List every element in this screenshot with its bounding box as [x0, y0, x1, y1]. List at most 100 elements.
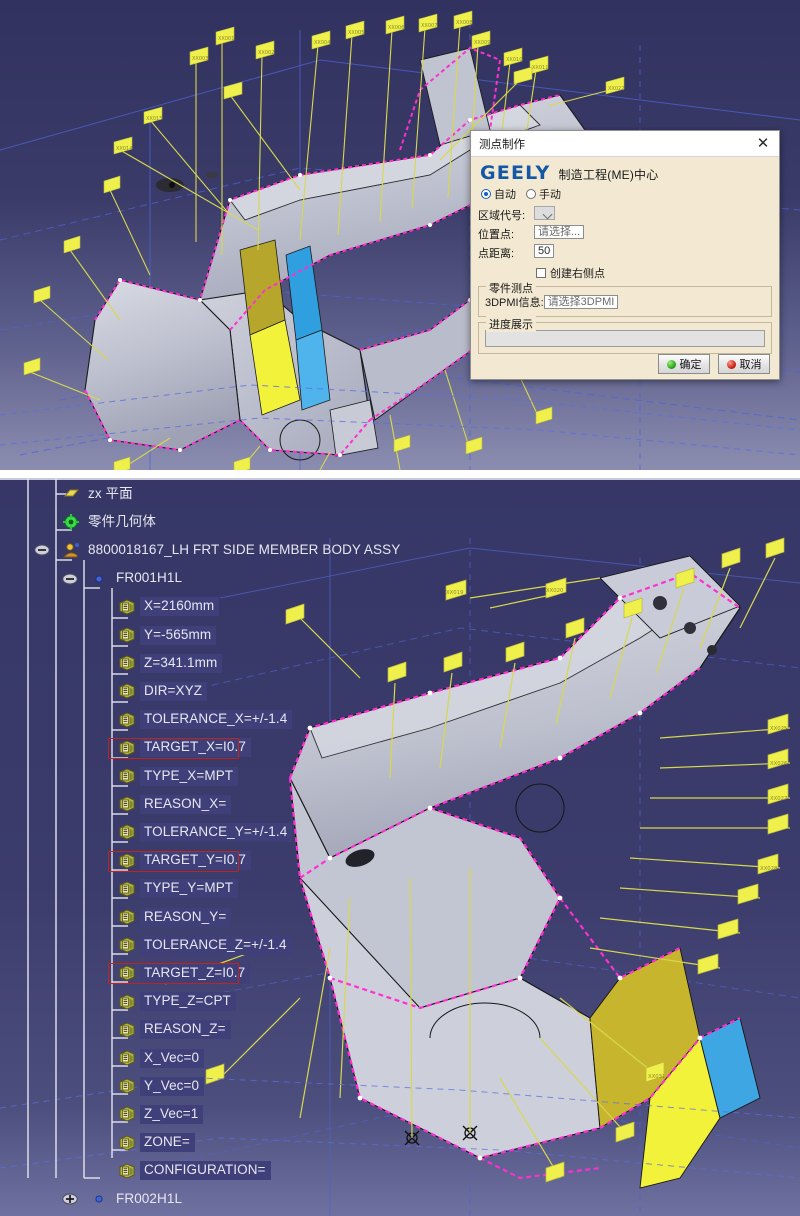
dpmi-input[interactable]: 请选择3DPMI: [543, 294, 619, 309]
tree-item-label: TARGET_Z=I0.7: [140, 963, 251, 983]
tree-item[interactable]: TOLERANCE_Y=+/-1.4: [118, 821, 293, 843]
create-right-point-checkbox[interactable]: [536, 268, 546, 278]
tree-item-label: TARGET_Y=I0.7: [140, 851, 251, 871]
close-icon[interactable]: ✕: [753, 134, 773, 154]
tree-item-label: REASON_Z=: [140, 1020, 231, 1040]
tree-item[interactable]: TOLERANCE_Z=+/-1.4: [118, 934, 292, 956]
top-viewport-panel[interactable]: XX001 XX002 XX003 XX004 XX005 XX006 XX007 XX0…: [0, 0, 800, 470]
svg-text:XX028: XX028: [760, 866, 778, 872]
measuring-point-dialog[interactable]: 测点制作 ✕ GEELY 制造工程(ME)中心 自动 手动 区域代号: 位置点:…: [470, 130, 780, 380]
svg-text:XX006: XX006: [388, 25, 404, 31]
param-icon: [118, 824, 136, 840]
tree-item-label: REASON_X=: [140, 794, 232, 814]
dpmi-label: 3DPMI信息:: [485, 297, 544, 309]
tree-item-label: Z=341.1mm: [140, 653, 223, 673]
tree-item[interactable]: X=2160mm: [118, 596, 220, 618]
svg-text:XX008: XX008: [456, 20, 472, 26]
mode-radio-group[interactable]: 自动 手动: [481, 186, 772, 202]
dpmi-control[interactable]: 请选择3DPMI: [543, 294, 765, 310]
tree-item[interactable]: X_Vec=0: [118, 1047, 205, 1069]
radio-auto[interactable]: 自动: [481, 186, 516, 202]
tree-item[interactable]: CONFIGURATION=: [118, 1160, 271, 1182]
ok-button[interactable]: 确定: [658, 354, 710, 374]
dpmi-row: 3DPMI信息: 请选择3DPMI: [485, 294, 765, 310]
tree-item[interactable]: Y_Vec=0: [118, 1075, 205, 1097]
tree-item-label: FR002H1L: [116, 1190, 183, 1206]
position-point-control[interactable]: 请选择...: [534, 225, 772, 242]
cancel-button[interactable]: 取消: [718, 354, 770, 374]
tree-item[interactable]: TARGET_X=I0.7: [118, 737, 251, 759]
point-distance-control[interactable]: 50: [534, 244, 772, 261]
panel-splitter[interactable]: [0, 470, 800, 478]
tree-item[interactable]: DIR=XYZ: [118, 680, 208, 702]
dialog-title-bar: 测点制作 ✕: [471, 131, 779, 157]
param-icon: [118, 881, 136, 897]
tree-item[interactable]: REASON_Z=: [118, 1019, 231, 1041]
tree-item-label: FR001H1L: [116, 570, 183, 586]
tree-item-label: 8800018167_LH FRT SIDE MEMBER BODY ASSY: [88, 541, 401, 557]
progress-group-title: 进度展示: [486, 316, 536, 332]
gear-icon: [62, 514, 80, 531]
point-distance-input[interactable]: 50: [534, 244, 555, 258]
tree-item-label: ZONE=: [140, 1133, 195, 1153]
tree-item-label: TOLERANCE_Z=+/-1.4: [140, 935, 292, 955]
tree-item[interactable]: Z=341.1mm: [118, 652, 223, 674]
tree-item[interactable]: TARGET_Y=I0.7: [118, 850, 251, 872]
point-distance-label: 点距离:: [478, 247, 515, 260]
svg-text:XX003: XX003: [192, 56, 208, 62]
tree-item[interactable]: 8800018167_LH FRT SIDE MEMBER BODY ASSY: [62, 539, 405, 561]
param-icon: [118, 599, 136, 615]
tree-item[interactable]: TOLERANCE_X=+/-1.4: [118, 709, 293, 731]
tree-expander-expanded[interactable]: [62, 571, 78, 587]
param-icon: [118, 627, 136, 643]
tree-item[interactable]: ZONE=: [118, 1132, 195, 1154]
tree-item[interactable]: TARGET_Z=I0.7: [118, 962, 251, 984]
svg-text:XX001: XX001: [218, 36, 234, 42]
radio-auto-label: 自动: [494, 189, 516, 201]
zone-code-row: 区域代号:: [478, 206, 772, 223]
ok-status-icon: [666, 359, 676, 369]
position-point-input[interactable]: 请选择...: [534, 225, 585, 239]
create-right-point-checkbox-row[interactable]: 创建右侧点: [536, 265, 772, 281]
specification-tree[interactable]: zx 平面零件几何体 8800018167_LH FRT SIDE MEMBER …: [0, 478, 400, 1216]
param-icon: [118, 1163, 136, 1179]
radio-manual-label: 手动: [539, 189, 561, 201]
cancel-status-icon: [726, 359, 736, 369]
param-icon: [118, 965, 136, 981]
dialog-footer: 确定 取消: [471, 349, 779, 379]
tree-item[interactable]: FR002H1L: [90, 1188, 187, 1210]
svg-text:XX027: XX027: [770, 796, 787, 802]
tree-item-label: Y=-565mm: [140, 625, 217, 645]
tree-item[interactable]: REASON_Y=: [118, 906, 232, 928]
param-icon: [118, 1078, 136, 1094]
svg-text:XX015: XX015: [146, 116, 162, 122]
plane-icon: [62, 486, 80, 502]
tree-item-label: Y_Vec=0: [140, 1076, 205, 1096]
tree-item[interactable]: FR001H1L: [90, 568, 187, 590]
tree-item-label: 零件几何体: [88, 513, 156, 529]
tree-item[interactable]: 零件几何体: [62, 511, 161, 533]
param-icon: [118, 909, 136, 925]
tree-item[interactable]: TYPE_Y=MPT: [118, 878, 239, 900]
tree-item[interactable]: REASON_X=: [118, 793, 232, 815]
tree-expander-expanded[interactable]: [34, 542, 50, 558]
cancel-button-label: 取消: [739, 359, 762, 371]
tree-item[interactable]: TYPE_Z=CPT: [118, 991, 236, 1013]
bottom-viewport-panel[interactable]: XX019 XX020 XX025 XX026 XX027 XX028 XX031: [0, 478, 800, 1216]
position-point-label: 位置点:: [478, 228, 515, 241]
part-measure-group-title: 零件测点: [486, 280, 536, 296]
svg-text:XX026: XX026: [770, 761, 788, 767]
application-window: XX001 XX002 XX003 XX004 XX005 XX006 XX007 XX0…: [0, 0, 800, 1216]
radio-auto-dot[interactable]: [481, 189, 491, 199]
tree-item[interactable]: TYPE_X=MPT: [118, 765, 239, 787]
tree-item[interactable]: zx 平面: [62, 483, 138, 505]
param-icon: [118, 1135, 136, 1151]
tree-item[interactable]: Z_Vec=1: [118, 1103, 204, 1125]
param-icon: [118, 853, 136, 869]
tree-expander-collapsed[interactable]: [62, 1191, 78, 1207]
tree-item[interactable]: Y=-565mm: [118, 624, 217, 646]
radio-manual-dot[interactable]: [526, 189, 536, 199]
part-measure-group: 零件测点 3DPMI信息: 请选择3DPMI: [478, 280, 772, 317]
zone-code-control[interactable]: [534, 206, 772, 223]
radio-manual[interactable]: 手动: [526, 186, 561, 202]
